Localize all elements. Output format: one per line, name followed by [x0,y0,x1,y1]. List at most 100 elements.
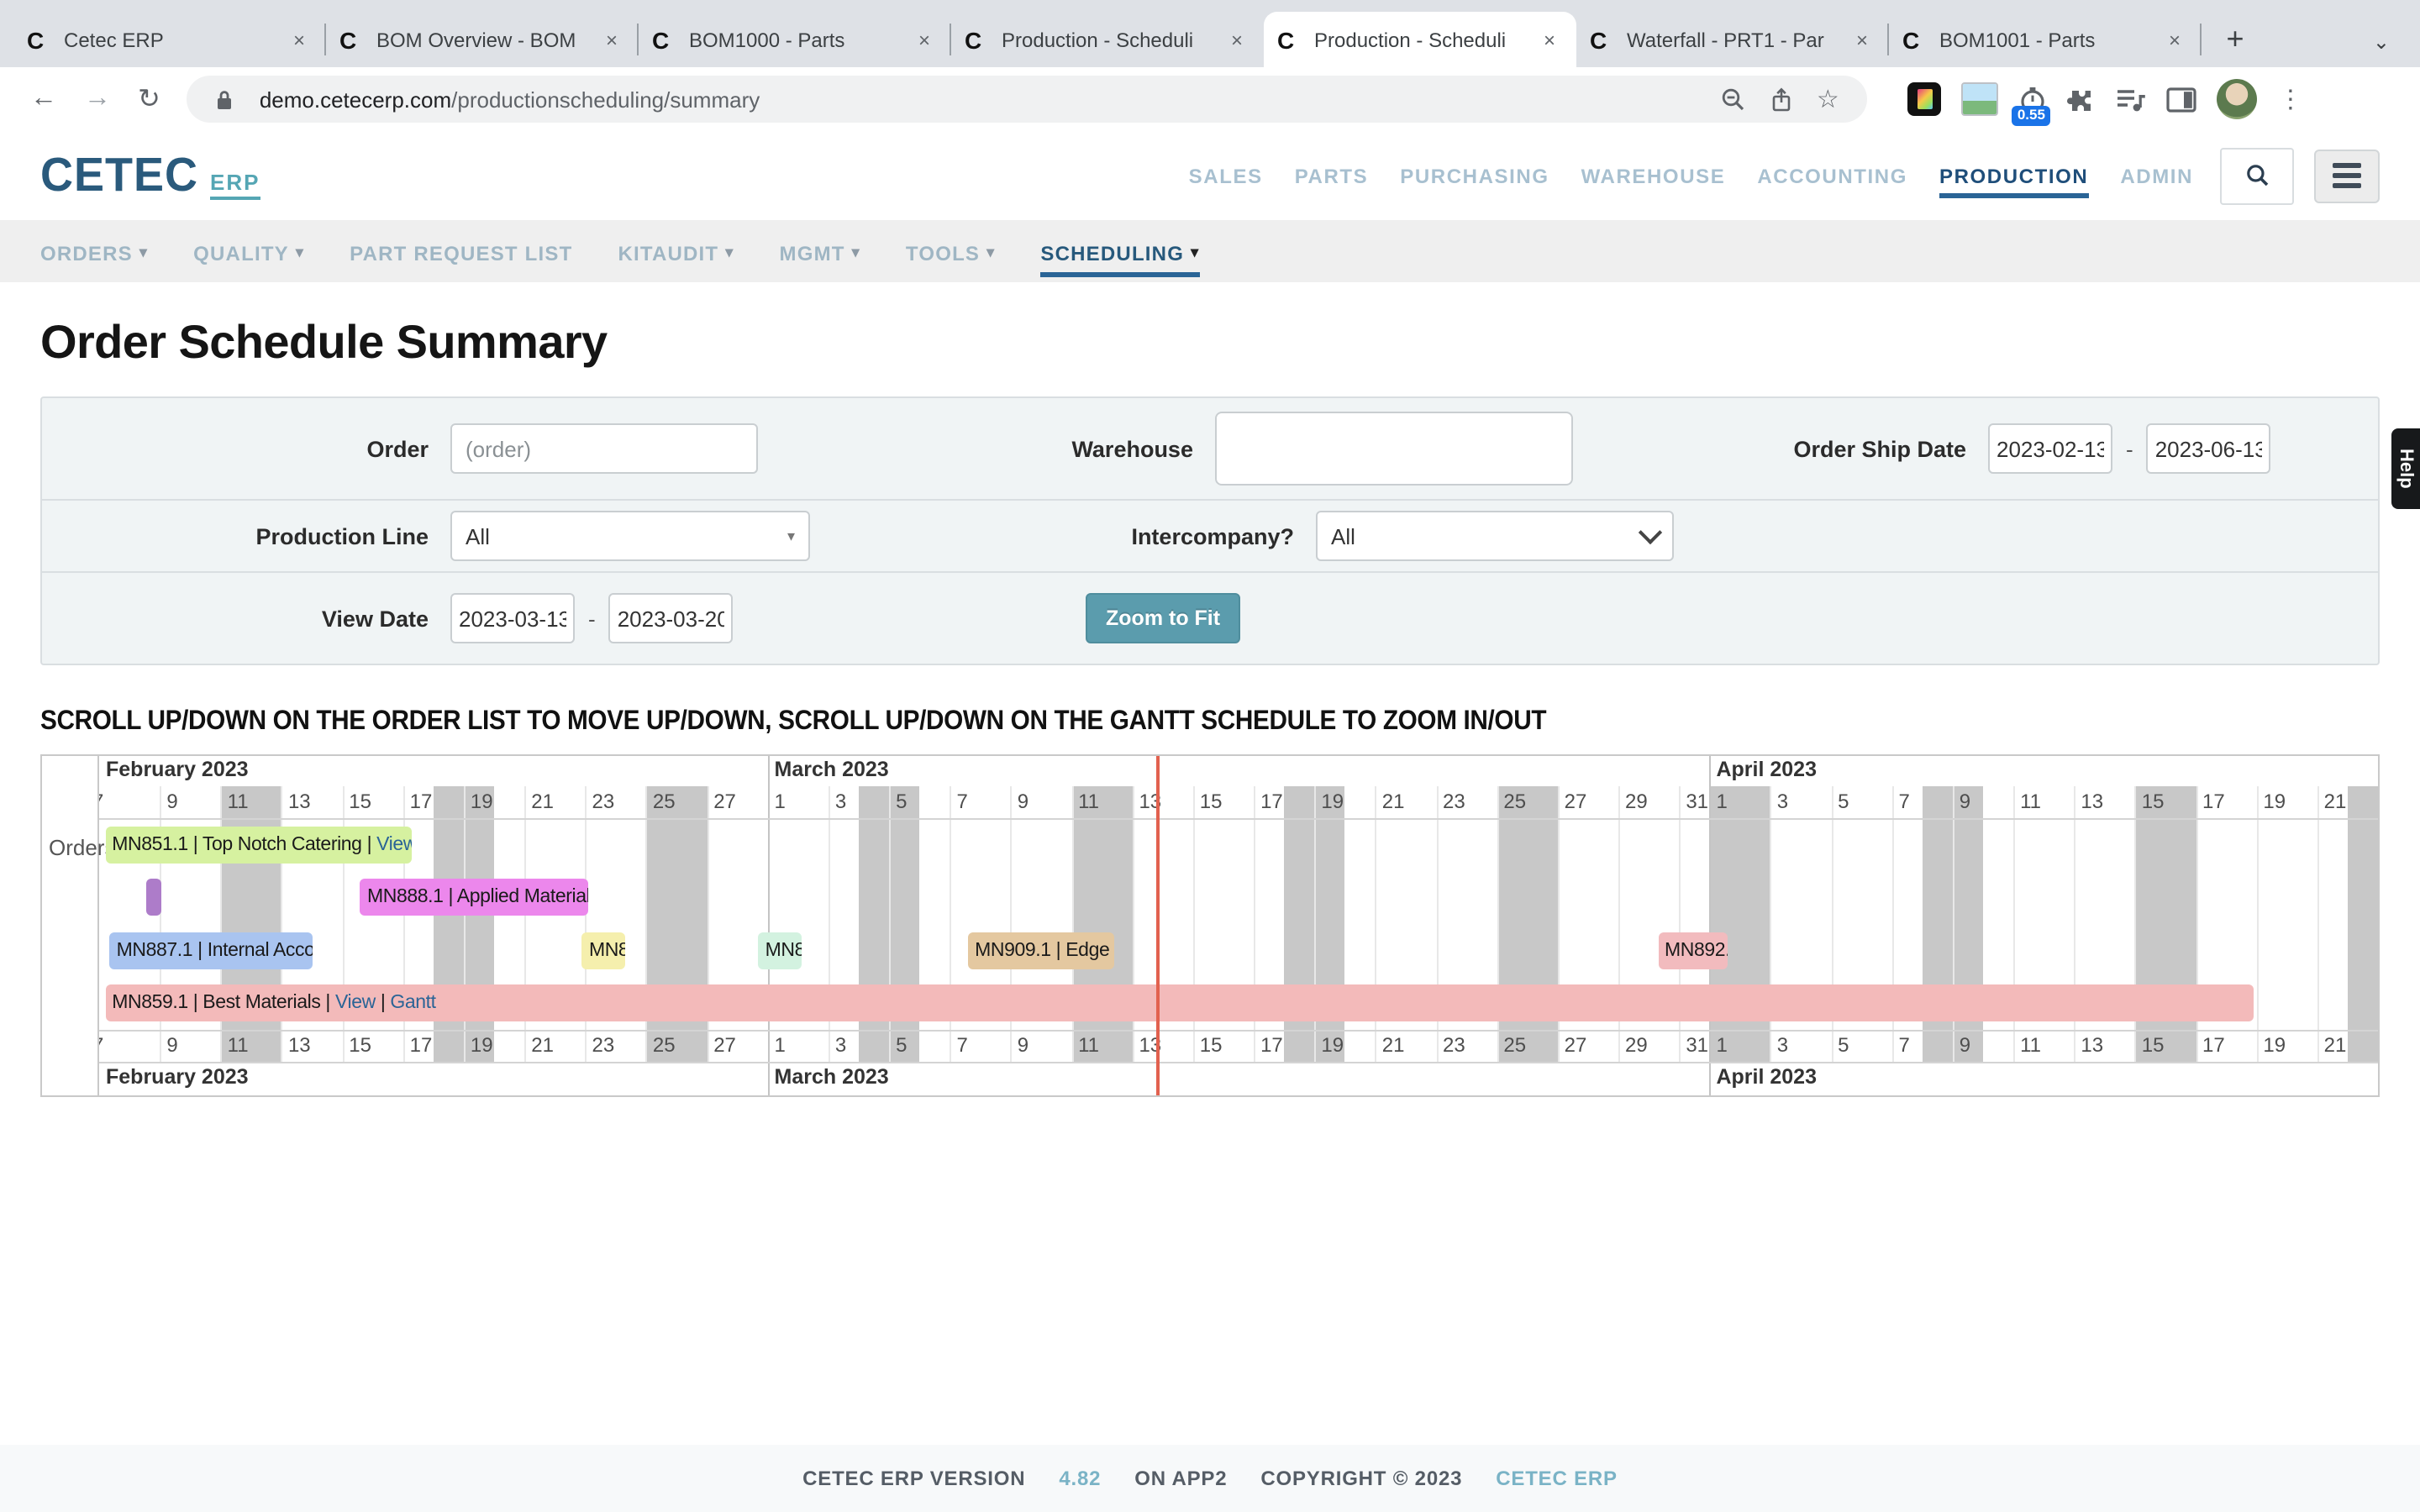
browser-tab[interactable]: CWaterfall - PRT1 - Par× [1576,12,1889,67]
tab-close-icon[interactable]: × [598,28,625,51]
main-nav-production[interactable]: PRODUCTION [1939,154,2088,197]
cetec-logo[interactable]: CETEC ERP [40,150,260,202]
gantt-day-tick-label: 1 [775,790,786,813]
order-ship-date-to-input[interactable] [2147,423,2271,474]
subnav-quality[interactable]: QUALITY▾ [193,226,304,276]
subnav-label: ORDERS [40,241,133,265]
tab-close-icon[interactable]: × [911,28,938,51]
order-input[interactable] [450,423,758,474]
gantt-day-tick-label: 9 [166,790,177,813]
subnav-mgmt[interactable]: MGMT▾ [780,226,860,276]
forward-button[interactable]: → [71,84,124,114]
view-date-from-input[interactable] [450,593,575,643]
gantt-day-tick-label: 9 [1960,1033,1970,1057]
warehouse-input[interactable] [1215,412,1573,486]
help-tab[interactable]: Help [2391,428,2420,509]
subnav-label: SCHEDULING [1040,241,1184,265]
filter-row-1: Order Warehouse Order Ship Date - [42,398,2378,499]
gantt-order-bar[interactable]: MN851.1 | Top Notch Catering | View | Ga [105,826,412,863]
tab-title: Waterfall - PRT1 - Par [1627,28,1849,51]
subnav-kitaudit[interactable]: KITAUDIT▾ [618,226,734,276]
caret-down-icon: ▾ [852,244,860,262]
browser-tab[interactable]: CCetec ERP× [13,12,326,67]
puzzle-extensions-icon[interactable] [2068,85,2096,113]
gantt-day-tick-label: 19 [1321,1033,1344,1057]
order-bar-link-gantt[interactable]: Gantt [390,993,435,1013]
tab-close-icon[interactable]: × [1849,28,1876,51]
timer-extension-icon[interactable]: 0.55 [2019,85,2048,113]
order-bar-link-view[interactable]: View [376,834,412,854]
subnav-tools[interactable]: TOOLS▾ [906,226,996,276]
lock-icon[interactable] [216,88,234,110]
new-tab-button[interactable]: + [2212,15,2259,62]
main-nav-parts[interactable]: PARTS [1295,154,1369,197]
zoom-to-fit-button[interactable]: Zoom to Fit [1086,593,1240,643]
main-nav-admin[interactable]: ADMIN [2120,154,2193,197]
share-icon[interactable] [1770,87,1793,112]
bookmark-star-icon[interactable]: ☆ [1817,84,1839,114]
browser-tab[interactable]: CBOM1000 - Parts× [639,12,951,67]
main-nav-accounting[interactable]: ACCOUNTING [1757,154,1907,197]
side-panel-icon[interactable] [2167,87,2197,112]
production-line-label: Production Line [42,523,450,549]
gantt-day-tick-label: 25 [1503,790,1526,813]
gantt-order-bar[interactable]: MN89 [582,932,625,969]
subnav-scheduling[interactable]: SCHEDULING▾ [1040,226,1199,276]
main-nav-sales[interactable]: SALES [1189,154,1263,197]
gantt-order-bar[interactable]: MN888.1 | Applied Materials, In [360,879,588,916]
gantt-chart: Orders 779911111313151517171919212123232… [40,754,2380,1097]
browser-tab[interactable]: CBOM Overview - BOM× [326,12,639,67]
gantt-day-tick-label: 21 [2324,790,2347,813]
back-button[interactable]: ← [17,84,71,114]
gantt-day-tick-label: 23 [1443,1033,1465,1057]
gantt-month-label: March 2023 [775,1065,889,1089]
tab-search-chevron-icon[interactable]: ⌄ [2353,30,2410,54]
gantt-day-tick-label: 17 [1260,1033,1283,1057]
url-host: demo.cetecerp.com [260,87,451,112]
browser-tab[interactable]: CProduction - Scheduli× [951,12,1264,67]
address-bar[interactable]: demo.cetecerp.com/productionscheduling/s… [187,76,1868,123]
gantt-timeline[interactable]: 7799111113131515171719192121232325252727… [99,756,2378,1095]
gantt-day-tick-label: 29 [1625,790,1648,813]
footer-version-link[interactable]: 4.82 [1059,1467,1101,1490]
tab-close-icon[interactable]: × [1223,28,1250,51]
playlist-extension-icon[interactable] [2117,87,2147,112]
tab-close-icon[interactable]: × [1536,28,1563,51]
footer-brand-link[interactable]: CETEC ERP [1496,1467,1618,1490]
gantt-order-bar[interactable] [146,879,161,916]
order-bar-link-view[interactable]: View [335,993,376,1013]
hamburger-menu-button[interactable] [2314,149,2380,202]
production-line-select[interactable]: All ▾ [450,511,810,561]
browser-menu-icon[interactable]: ⋮ [2268,84,2313,114]
screenshot-extension-icon[interactable] [1962,82,1999,116]
gantt-day-tick-label: 27 [713,1033,736,1057]
gantt-day-tick-label: 3 [835,1033,846,1057]
tab-close-icon[interactable]: × [2161,28,2188,51]
subnav-part-request-list[interactable]: PART REQUEST LIST [350,226,572,276]
tab-close-icon[interactable]: × [286,28,313,51]
application-window: CCetec ERP×CBOM Overview - BOM×CBOM1000 … [0,0,2420,1512]
zoom-out-icon[interactable] [1721,87,1746,112]
main-nav-purchasing[interactable]: PURCHASING [1400,154,1549,197]
order-bar-label: MN909.1 | Edge Pro [975,940,1114,960]
gantt-day-tick-label: 5 [896,790,907,813]
profile-avatar[interactable] [2217,79,2258,119]
global-search-button[interactable] [2220,147,2294,204]
browser-tab[interactable]: CBOM1001 - Parts× [1889,12,2202,67]
gantt-order-bar[interactable]: MN909.1 | Edge Pro [968,932,1114,969]
main-nav-warehouse[interactable]: WAREHOUSE [1581,154,1726,197]
colorful-doc-extension-icon[interactable] [1908,82,1942,116]
gantt-order-bar[interactable]: MN887.1 | Internal Account [110,932,312,969]
subnav-orders[interactable]: ORDERS▾ [40,226,148,276]
gantt-day-tick-label: 7 [1898,790,1909,813]
gantt-month-label: February 2023 [106,1065,249,1089]
gantt-order-bar[interactable]: MN859.1 | Best Materials | View | Gantt [105,984,2254,1021]
gantt-month-label: February 2023 [106,758,249,781]
browser-tab[interactable]: CProduction - Scheduli× [1264,12,1576,67]
view-date-to-input[interactable] [609,593,734,643]
gantt-order-bar[interactable]: MN892.1 [1658,932,1728,969]
order-ship-date-from-input[interactable] [1988,423,2112,474]
intercompany-select[interactable]: All [1316,511,1674,561]
reload-button[interactable]: ↻ [124,82,174,116]
gantt-order-bar[interactable]: MN875 [759,932,802,969]
